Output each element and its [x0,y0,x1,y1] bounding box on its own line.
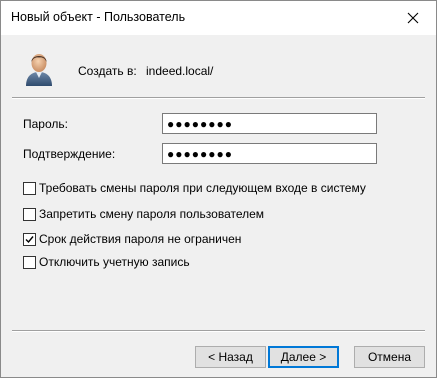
cannot-change-password-label: Запретить смену пароля пользователем [39,207,265,221]
close-button[interactable] [390,1,436,35]
password-value: ●●●●●●●● [167,116,233,131]
checkbox-row-never-expires[interactable]: Срок действия пароля не ограничен [23,232,241,246]
confirm-password-field[interactable]: ●●●●●●●● [162,143,377,164]
close-icon [407,12,419,24]
back-button[interactable]: < Назад [195,346,266,368]
cannot-change-password-checkbox[interactable] [23,207,36,221]
dialog-window: Новый объект - Пользователь Создать в: i… [0,0,437,378]
must-change-password-checkbox[interactable] [23,181,36,195]
next-button[interactable]: Далее > [268,346,339,368]
cancel-button[interactable]: Отмена [354,346,425,368]
confirm-password-value: ●●●●●●●● [167,146,233,161]
checkbox-row-disable-account[interactable]: Отключить учетную запись [23,255,190,269]
checkbox-row-must-change[interactable]: Требовать смены пароля при следующем вхо… [23,181,366,195]
confirm-label: Подтверждение: [23,147,116,161]
checkbox-row-cannot-change[interactable]: Запретить смену пароля пользователем [23,207,264,221]
divider-top [12,97,425,99]
create-in-row: Создать в: indeed.local/ [78,64,213,78]
disable-account-checkbox[interactable] [23,255,36,269]
password-never-expires-label: Срок действия пароля не ограничен [39,232,242,246]
disable-account-label: Отключить учетную запись [39,255,190,269]
must-change-password-label: Требовать смены пароля при следующем вхо… [39,181,366,195]
checkmark-icon [25,235,34,243]
user-icon [26,54,52,86]
divider-bottom [12,330,425,332]
password-label: Пароль: [23,117,68,131]
password-field[interactable]: ●●●●●●●● [162,113,377,134]
title-bar: Новый объект - Пользователь [1,1,436,35]
window-title: Новый объект - Пользователь [11,10,186,24]
container-path: indeed.local/ [146,64,214,78]
password-never-expires-checkbox[interactable] [23,232,36,246]
create-in-label: Создать в: [78,64,137,78]
